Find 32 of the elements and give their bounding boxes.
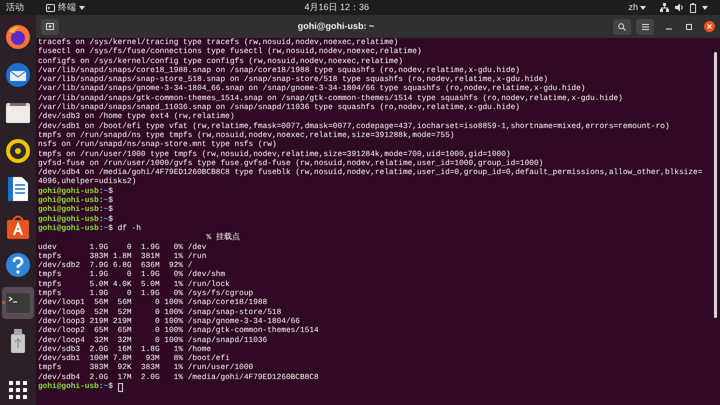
close-icon[interactable] [704, 21, 715, 32]
terminal-icon [5, 292, 31, 314]
menu-button[interactable] [636, 18, 654, 34]
menu-icon [642, 24, 648, 30]
clock[interactable]: 4月16日 12：36 [304, 0, 370, 14]
input-method-menu[interactable]: zh [628, 0, 646, 14]
new-tab-icon [46, 23, 54, 30]
battery-icon[interactable] [690, 2, 696, 12]
app-grid-icon[interactable] [9, 381, 27, 399]
network-icon[interactable] [660, 3, 669, 12]
folder-icon [5, 101, 31, 125]
speaker-icon [5, 138, 31, 164]
document-icon [7, 176, 29, 202]
volume-icon[interactable] [675, 3, 684, 12]
shopping-bag-icon [5, 214, 31, 240]
caret-icon [640, 6, 646, 10]
caret-icon [79, 6, 85, 10]
app-menu[interactable]: 终端 [46, 0, 85, 14]
browser-icon [5, 24, 31, 50]
window-title: gohi@gohi-usb: ~ [298, 20, 374, 33]
new-tab-button[interactable] [41, 18, 59, 34]
running-indicator [2, 301, 5, 304]
maximize-icon[interactable] [686, 24, 692, 30]
terminal-icon [46, 4, 55, 12]
caret-icon[interactable] [702, 6, 708, 10]
scrollbar-thumb[interactable] [714, 52, 717, 318]
activities-button[interactable]: 活动 [6, 0, 40, 14]
search-icon [618, 22, 626, 30]
usb-drive-icon [10, 328, 26, 354]
search-button[interactable] [613, 18, 631, 34]
help-icon [5, 252, 31, 278]
mail-icon [5, 62, 31, 88]
